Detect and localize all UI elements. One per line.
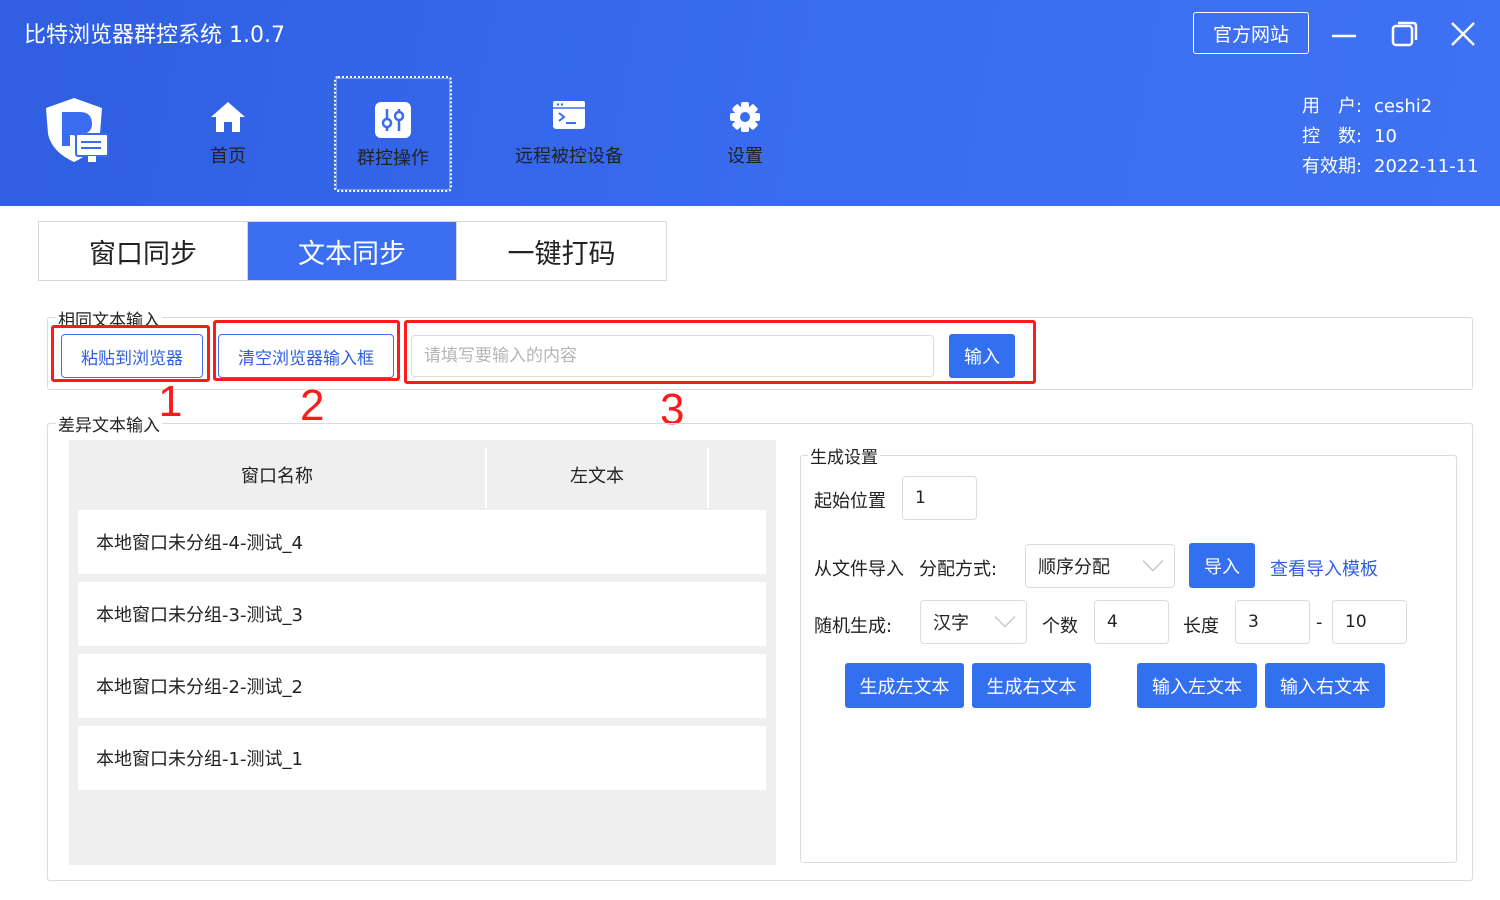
diff-text-title: 差异文本输入 <box>56 411 162 436</box>
nav-remote-devices[interactable]: 远程被控设备 <box>500 76 638 192</box>
length-label: 长度 <box>1183 616 1219 637</box>
tab-window-sync[interactable]: 窗口同步 <box>39 222 248 280</box>
import-button[interactable]: 导入 <box>1189 543 1255 588</box>
nav-remote-label: 远程被控设备 <box>515 146 623 167</box>
input-left-text-button[interactable]: 输入左文本 <box>1137 663 1257 708</box>
count-label: 个数 <box>1042 616 1078 637</box>
random-type-value: 汉字 <box>933 613 969 634</box>
terminal-icon <box>552 100 586 135</box>
nav-home-label: 首页 <box>210 146 246 167</box>
column-header-window-name[interactable]: 窗口名称 <box>69 440 485 510</box>
nav-settings-label: 设置 <box>727 146 763 167</box>
table-row[interactable]: 本地窗口未分组-1-测试_1 <box>78 726 766 790</box>
sliders-icon <box>375 102 411 143</box>
chevron-down-icon <box>994 612 1016 633</box>
table-row[interactable]: 本地窗口未分组-2-测试_2 <box>78 654 766 718</box>
import-from-file-label: 从文件导入 <box>814 559 904 580</box>
random-type-select[interactable]: 汉字 <box>920 600 1027 644</box>
tab-captcha[interactable]: 一键打码 <box>457 222 666 280</box>
annotation-box-1 <box>51 325 210 382</box>
annotation-box-3 <box>404 320 1036 384</box>
app-logo <box>40 94 112 166</box>
user-value: ceshi2 <box>1374 96 1433 117</box>
nav-home[interactable]: 首页 <box>175 76 281 192</box>
nav-group-control-label: 群控操作 <box>357 148 429 169</box>
start-position-label: 起始位置 <box>814 491 886 512</box>
assign-mode-label: 分配方式: <box>919 559 998 580</box>
official-site-button[interactable]: 官方网站 <box>1193 12 1309 54</box>
length-max-input[interactable] <box>1332 600 1407 644</box>
control-count-key: 控 数: <box>1302 126 1363 147</box>
gen-settings-group <box>800 455 1457 863</box>
maximize-icon[interactable] <box>1384 14 1424 54</box>
minimize-icon[interactable] <box>1324 14 1364 54</box>
chevron-down-icon <box>1142 556 1164 577</box>
length-dash: - <box>1316 612 1323 633</box>
tab-text-sync[interactable]: 文本同步 <box>248 222 457 280</box>
window-text-table: 窗口名称 左文本 本地窗口未分组-4-测试_4 本地窗口未分组-3-测试_3 本… <box>69 440 776 865</box>
control-count-value: 10 <box>1374 126 1397 147</box>
count-input[interactable] <box>1094 600 1169 644</box>
table-row[interactable]: 本地窗口未分组-3-测试_3 <box>78 582 766 646</box>
start-position-input[interactable] <box>902 476 977 520</box>
validity-value: 2022-11-11 <box>1374 156 1479 177</box>
nav-group-control[interactable]: 群控操作 <box>334 76 452 192</box>
close-icon[interactable] <box>1443 14 1483 54</box>
assign-mode-value: 顺序分配 <box>1038 557 1110 578</box>
annotation-box-2 <box>213 320 400 381</box>
generate-right-text-button[interactable]: 生成右文本 <box>972 663 1091 708</box>
assign-mode-select[interactable]: 顺序分配 <box>1025 544 1175 588</box>
user-info: 用 户: ceshi2 控 数: 10 有效期: 2022-11-11 <box>1302 92 1479 182</box>
home-icon <box>209 100 247 139</box>
gear-icon <box>728 100 762 139</box>
column-header-left-text[interactable]: 左文本 <box>487 440 707 510</box>
random-generate-label: 随机生成: <box>814 616 893 637</box>
length-min-input[interactable] <box>1235 600 1310 644</box>
generate-left-text-button[interactable]: 生成左文本 <box>845 663 964 708</box>
column-divider <box>707 448 709 508</box>
input-right-text-button[interactable]: 输入右文本 <box>1265 663 1385 708</box>
gen-settings-title: 生成设置 <box>808 443 880 468</box>
app-title: 比特浏览器群控系统 1.0.7 <box>24 23 285 48</box>
sub-tabs: 窗口同步 文本同步 一键打码 <box>38 221 667 281</box>
user-key: 用 户: <box>1302 96 1363 117</box>
table-row[interactable]: 本地窗口未分组-4-测试_4 <box>78 510 766 574</box>
validity-key: 有效期: <box>1302 156 1363 177</box>
nav-settings[interactable]: 设置 <box>700 76 790 192</box>
app-header: 比特浏览器群控系统 1.0.7 官方网站 首页 群控操作 远程被控设备 设置 用… <box>0 0 1500 206</box>
view-import-template-link[interactable]: 查看导入模板 <box>1270 555 1378 581</box>
